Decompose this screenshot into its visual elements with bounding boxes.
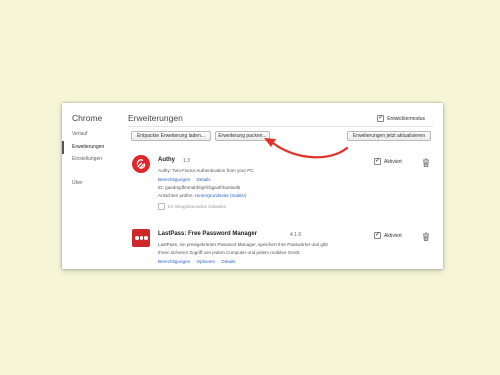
sidebar-item-about[interactable]: Über: [72, 180, 83, 186]
details-link[interactable]: Details: [221, 259, 235, 264]
details-link[interactable]: Details: [196, 177, 210, 182]
extension-version: 1.3: [183, 158, 190, 164]
devmode-label: Entwicklermodus: [387, 115, 425, 122]
permissions-link[interactable]: Berechtigungen: [158, 259, 190, 264]
sidebar-item-extensions[interactable]: Erweiterungen: [72, 144, 104, 150]
extension-id: ID: gaedmjdfmmahhbjefcbgaolhhanlaolb: [158, 185, 241, 190]
extension-name: LastPass: Free Password Manager: [158, 231, 258, 237]
trash-icon[interactable]: [422, 158, 430, 167]
extension-links: Berechtigungen Optionen Details: [158, 259, 235, 264]
sidebar-item-history[interactable]: Verlauf: [72, 131, 88, 137]
incognito-checkbox[interactable]: [158, 203, 165, 210]
extension-name: Authy: [158, 157, 175, 163]
options-link[interactable]: Optionen: [196, 259, 215, 264]
sidebar-title: Chrome: [72, 113, 103, 123]
enabled-toggle[interactable]: ✓ Aktiviert: [374, 232, 402, 239]
inspect-views: Ansichten prüfen: Hintergrundseite (Inak…: [158, 193, 246, 198]
extension-description-line2: Ihnen sicheren Zugriff von jedem Compute…: [158, 250, 301, 255]
enabled-checkbox[interactable]: ✓: [374, 158, 381, 165]
devmode-checkbox[interactable]: ✓: [377, 115, 385, 122]
sidebar-item-settings[interactable]: Einstellungen: [72, 156, 102, 162]
devmode-toggle[interactable]: ✓ Entwicklermodus: [377, 115, 425, 122]
incognito-toggle[interactable]: Im Inkognitomodus zulassen: [158, 203, 226, 210]
enabled-label: Aktiviert: [384, 232, 402, 239]
extensions-window: Chrome Verlauf Erweiterungen Einstellung…: [62, 103, 443, 269]
load-unpacked-button[interactable]: Entpackte Erweiterung laden...: [131, 131, 211, 141]
extension-version: 4.1.6: [290, 232, 302, 238]
background-page-link[interactable]: Hintergrundseite (Inaktiv): [195, 193, 246, 198]
sidebar-active-marker: [62, 141, 64, 154]
extension-description: Authy: Two-Factor Authentication from yo…: [158, 168, 254, 173]
incognito-label: Im Inkognitomodus zulassen: [168, 204, 227, 209]
pack-extension-button[interactable]: Erweiterung packen...: [215, 131, 270, 141]
enabled-toggle[interactable]: ✓ Aktiviert: [374, 158, 402, 165]
extension-links: Berechtigungen Details: [158, 177, 211, 182]
trash-icon[interactable]: [422, 232, 430, 241]
lastpass-icon: [132, 229, 150, 247]
update-extensions-button[interactable]: Erweiterungen jetzt aktualisieren: [347, 131, 431, 141]
enabled-label: Aktiviert: [384, 158, 402, 165]
page-title: Erweiterungen: [128, 113, 183, 123]
header-divider: [128, 126, 433, 127]
authy-icon: [132, 155, 150, 173]
enabled-checkbox[interactable]: ✓: [374, 232, 381, 239]
permissions-link[interactable]: Berechtigungen: [158, 177, 190, 182]
extension-description-line1: LastPass, ein preisgekrönter Passwort Ma…: [158, 242, 328, 247]
inspect-label: Ansichten prüfen:: [158, 193, 194, 198]
